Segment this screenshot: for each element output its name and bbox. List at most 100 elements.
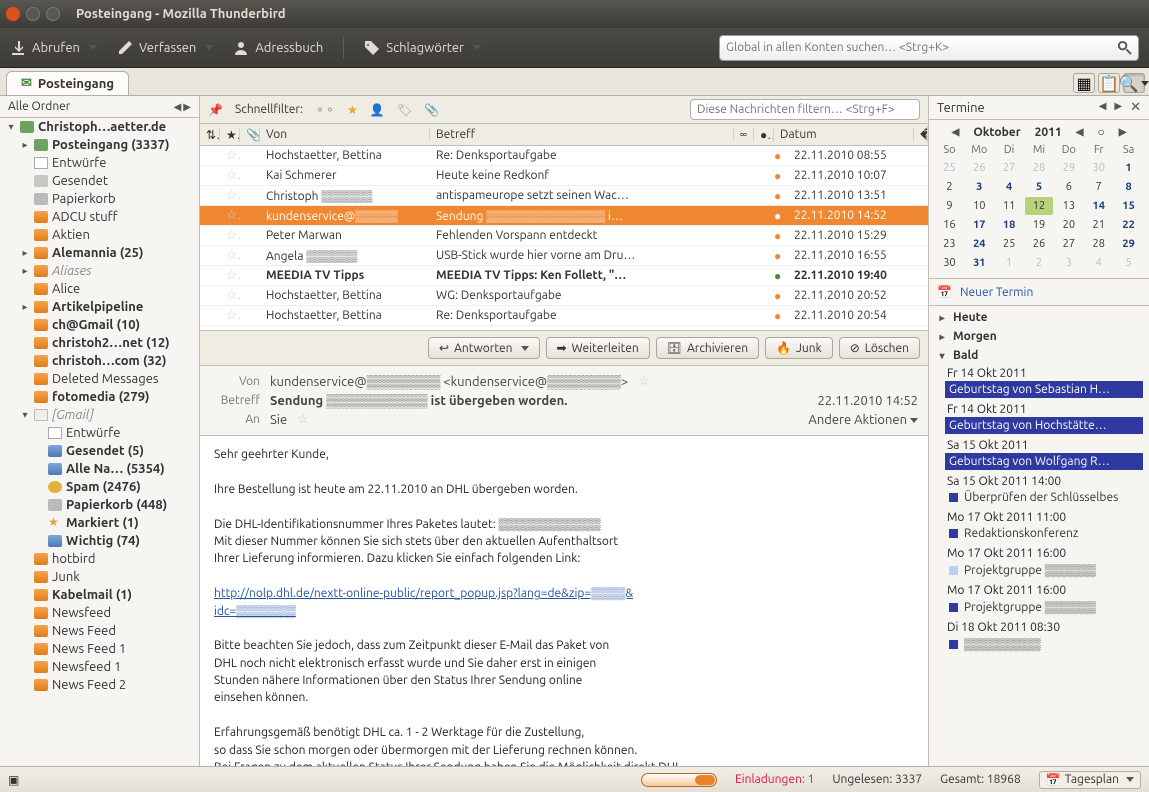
- calendar-day[interactable]: 25: [935, 159, 964, 177]
- cal-next-button[interactable]: ▶: [1114, 100, 1122, 115]
- agenda-item[interactable]: Geburtstag von Wolfgang R…: [945, 453, 1143, 470]
- calendar-day[interactable]: 31: [965, 254, 994, 272]
- month-nav-prev[interactable]: ◀: [1076, 126, 1084, 138]
- folder-node[interactable]: Deleted Messages: [0, 370, 199, 388]
- message-row[interactable]: ☆Kai SchmererHeute keine Redkonf●22.11.2…: [200, 166, 928, 186]
- agenda-item[interactable]: Projektgruppe ▒▒▒▒▒▒: [945, 598, 1143, 616]
- folder-node[interactable]: Kabelmail (1): [0, 586, 199, 604]
- message-row[interactable]: ☆Hochstaetter, BettinaRe: Denksportaufga…: [200, 146, 928, 166]
- calendar-day[interactable]: 30: [1084, 159, 1113, 177]
- read-column[interactable]: ●: [754, 128, 774, 142]
- thread-column[interactable]: ⇅: [200, 128, 220, 142]
- sync-toggle[interactable]: [641, 773, 717, 787]
- cal-close-button[interactable]: ✕: [1130, 100, 1141, 115]
- folder-node[interactable]: ▸Aliases: [0, 262, 199, 280]
- new-event-button[interactable]: 📅 Neuer Termin: [929, 279, 1149, 306]
- agenda-item[interactable]: Geburtstag von Sebastian H…: [945, 381, 1143, 398]
- folder-node[interactable]: Entwürfe: [0, 424, 199, 442]
- folder-node[interactable]: ▾Christoph…aetter.de: [0, 118, 199, 136]
- calendar-day[interactable]: 3: [965, 178, 994, 196]
- view-classic-button[interactable]: ▦: [1073, 73, 1095, 93]
- calendar-day[interactable]: 9: [935, 197, 964, 215]
- folder-node[interactable]: ADCU stuff: [0, 208, 199, 226]
- message-row[interactable]: ☆Christoph ▒▒▒▒▒▒antispameurope setzt se…: [200, 186, 928, 206]
- message-row[interactable]: ☆MEEDIA TV TippsMEEDIA TV Tipps: Ken Fol…: [200, 266, 928, 286]
- view-vertical-button[interactable]: 📋: [1098, 73, 1120, 93]
- calendar-day[interactable]: 3: [1054, 254, 1083, 272]
- folder-node[interactable]: Aktien: [0, 226, 199, 244]
- agenda-item[interactable]: Projektgruppe ▒▒▒▒▒▒: [945, 561, 1143, 579]
- calendar-day[interactable]: 26: [965, 159, 994, 177]
- calendar-day[interactable]: 4: [1084, 254, 1113, 272]
- date-column[interactable]: Datum: [774, 128, 914, 141]
- calendar-day[interactable]: 4: [995, 178, 1024, 196]
- recipient-star-icon[interactable]: ☆: [297, 412, 309, 427]
- agenda-section[interactable]: ▸Morgen: [929, 327, 1149, 346]
- calendar-day[interactable]: 28: [1025, 159, 1054, 177]
- folder-node[interactable]: ch@Gmail (10): [0, 316, 199, 334]
- calendar-day[interactable]: 21: [1084, 216, 1113, 234]
- folder-node[interactable]: Gesendet (5): [0, 442, 199, 460]
- agenda-item[interactable]: Redaktionskonferenz: [945, 525, 1143, 542]
- star-column[interactable]: ★: [220, 128, 240, 142]
- folder-node[interactable]: Alle Na… (5354): [0, 460, 199, 478]
- link-column[interactable]: ∞: [734, 128, 754, 141]
- addressbook-button[interactable]: Adressbuch: [233, 40, 323, 56]
- global-search-input[interactable]: [726, 41, 1117, 54]
- folder-tree[interactable]: ▾Christoph…aetter.de▸Posteingang (3337)E…: [0, 118, 199, 766]
- archive-button[interactable]: 🗄Archivieren: [656, 337, 759, 359]
- folder-node[interactable]: Junk: [0, 568, 199, 586]
- calendar-day[interactable]: 5: [1114, 254, 1143, 272]
- calendar-grid[interactable]: SoMoDiMiDoFrSa25262728293012345678910111…: [935, 142, 1143, 272]
- junk-button[interactable]: 🔥Junk: [765, 337, 833, 359]
- folder-node[interactable]: Gesendet: [0, 172, 199, 190]
- calendar-day[interactable]: 11: [995, 197, 1024, 215]
- folder-node[interactable]: christoh2…net (12): [0, 334, 199, 352]
- window-maximize-button[interactable]: [46, 7, 60, 21]
- calendar-day[interactable]: 1: [995, 254, 1024, 272]
- calendar-day[interactable]: 23: [935, 235, 964, 253]
- folder-node[interactable]: News Feed 1: [0, 640, 199, 658]
- pin-icon[interactable]: 📌: [208, 103, 223, 117]
- folder-node[interactable]: ★Markiert (1): [0, 514, 199, 532]
- star-filter-icon[interactable]: ★: [347, 103, 358, 117]
- column-picker[interactable]: �田: [914, 126, 928, 143]
- folder-node[interactable]: hotbird: [0, 550, 199, 568]
- window-close-button[interactable]: [6, 7, 20, 21]
- calendar-day[interactable]: 30: [935, 254, 964, 272]
- today-button[interactable]: ○: [1097, 125, 1104, 139]
- other-actions-button[interactable]: Andere Aktionen: [808, 413, 918, 427]
- calendar-day[interactable]: 18: [995, 216, 1024, 234]
- agenda-item[interactable]: Überprüfen der Schlüsselbes: [945, 489, 1143, 506]
- calendar-day[interactable]: 20: [1054, 216, 1083, 234]
- tag-filter-icon[interactable]: 🏷: [397, 103, 412, 117]
- folder-node[interactable]: ▸Alemannia (25): [0, 244, 199, 262]
- folder-node[interactable]: News Feed 2: [0, 676, 199, 694]
- folder-node[interactable]: christoh…com (32): [0, 352, 199, 370]
- folder-node[interactable]: Wichtig (74): [0, 532, 199, 550]
- calendar-day[interactable]: 2: [1025, 254, 1054, 272]
- delete-button[interactable]: ⊘Löschen: [839, 337, 920, 359]
- calendar-day[interactable]: 19: [1025, 216, 1054, 234]
- message-row[interactable]: ☆Hochstaetter, BettinaWG: Denksportaufga…: [200, 286, 928, 306]
- calendar-day[interactable]: 2: [935, 178, 964, 196]
- tags-button[interactable]: Schlagwörter: [364, 40, 481, 56]
- month-nav-next[interactable]: ▶: [1119, 126, 1127, 138]
- message-row[interactable]: ☆Peter MarwanFehlenden Vorspann entdeckt…: [200, 226, 928, 246]
- agenda-item[interactable]: Geburtstag von Hochstätte…: [945, 417, 1143, 434]
- calendar-day[interactable]: 22: [1114, 216, 1143, 234]
- agenda-section[interactable]: ▾Bald: [929, 346, 1149, 365]
- folder-node[interactable]: Papierkorb: [0, 190, 199, 208]
- calendar-day[interactable]: 8: [1114, 178, 1143, 196]
- calendar-day[interactable]: 1: [1114, 159, 1143, 177]
- folder-node[interactable]: Entwürfe: [0, 154, 199, 172]
- agenda-list[interactable]: ▸Heute▸Morgen▾BaldFr 14 Okt 2011Geburtst…: [929, 306, 1149, 766]
- folder-node[interactable]: Newsfeed 1: [0, 658, 199, 676]
- search-view-button[interactable]: 🔍: [1123, 73, 1145, 93]
- addon-icon[interactable]: ▣: [8, 773, 19, 787]
- calendar-day[interactable]: 12: [1025, 197, 1054, 215]
- folder-next-button[interactable]: ▶: [183, 101, 191, 113]
- reply-button[interactable]: ↩Antworten: [428, 337, 539, 359]
- folder-node[interactable]: fotomedia (279): [0, 388, 199, 406]
- calendar-day[interactable]: 15: [1114, 197, 1143, 215]
